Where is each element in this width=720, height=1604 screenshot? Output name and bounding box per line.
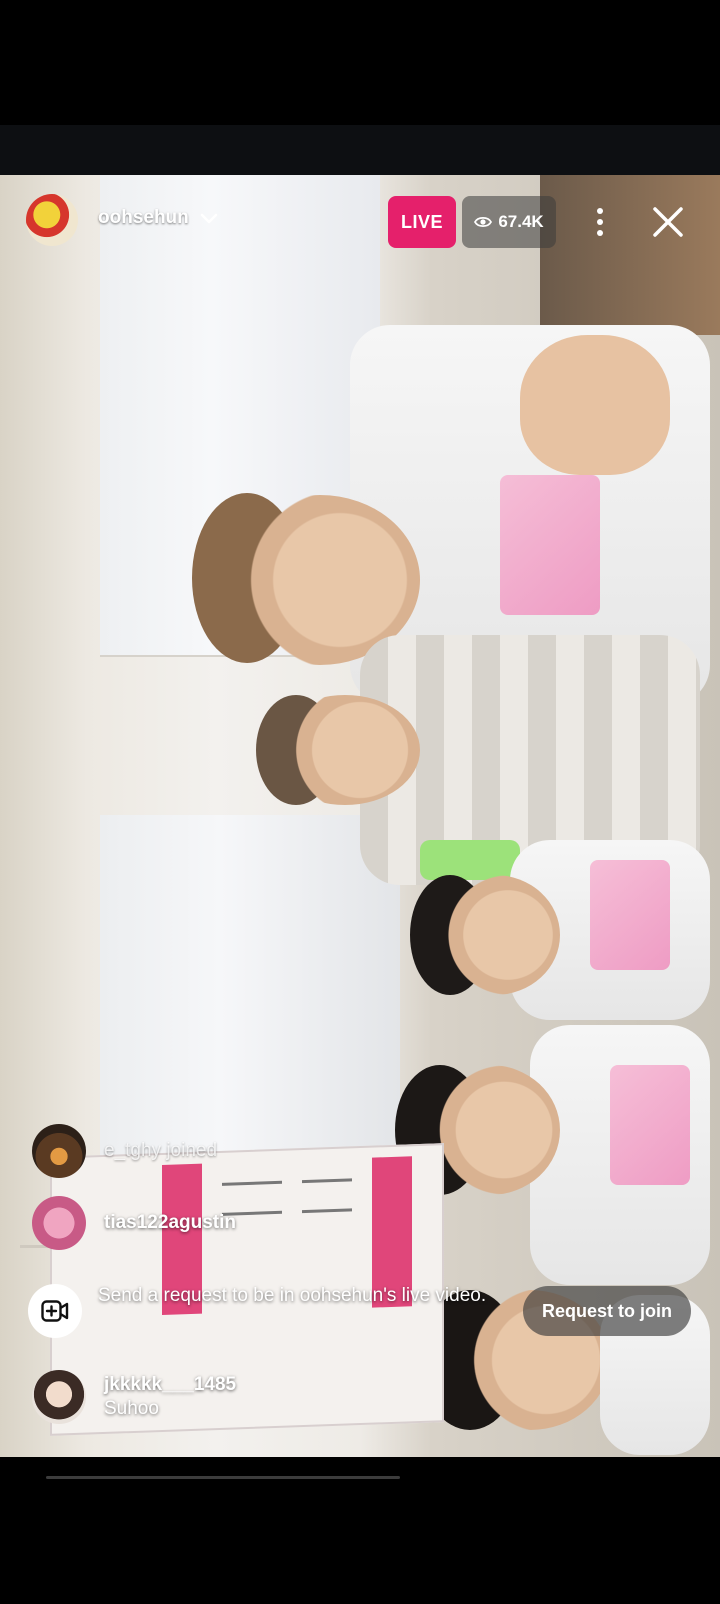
commenter-avatar[interactable] [32,1124,86,1178]
joined-message: e_tghy joined [104,1140,217,1162]
video-add-icon [41,1300,69,1322]
live-badge: LIVE [388,196,456,248]
person-shirt [530,1025,710,1285]
request-video-button[interactable] [28,1284,82,1338]
comment-item: jkkkkk___1485 Suhoo [32,1370,236,1424]
commenter-avatar[interactable] [32,1196,86,1250]
shirt-print [610,1065,690,1185]
status-bar [0,0,720,125]
comment-joined: e_tghy joined [32,1124,217,1178]
comment-text: joined [166,1140,218,1161]
chevron-down-icon [200,213,218,224]
top-band [0,125,720,175]
comment-text: Suhoo [104,1398,159,1419]
close-icon[interactable] [650,204,686,240]
poster-line [222,1180,282,1186]
shirt-print [500,475,600,615]
comment-item: tias122agustin [32,1196,236,1250]
person-hand [520,335,670,475]
comment-username: e_tghy [104,1140,162,1161]
join-request-text: Send a request to be in oohsehun's live … [98,1285,487,1306]
person-face [270,695,420,805]
comment-username[interactable]: jkkkkk___1485 [104,1374,236,1396]
comment-username[interactable]: tias122agustin [104,1212,236,1234]
host-avatar[interactable] [26,194,78,246]
commenter-avatar[interactable] [32,1370,86,1424]
shirt-print [590,860,670,970]
person-face [430,875,560,995]
more-vertical-icon[interactable] [592,206,608,238]
poster-line [302,1178,352,1184]
request-to-join-button[interactable]: Request to join [523,1286,691,1336]
live-video [0,175,720,1457]
host-name-row[interactable]: oohsehun [98,207,219,229]
viewer-count: 67.4K [498,212,544,231]
gesture-handle[interactable] [46,1476,400,1479]
water-bottle [420,840,520,880]
viewer-count-pill[interactable]: 67.4K [462,196,556,248]
eye-icon [474,216,493,228]
host-username: oohsehun [98,207,189,228]
desk [540,175,720,335]
navigation-bar [0,1457,720,1604]
poster-line [302,1208,352,1214]
